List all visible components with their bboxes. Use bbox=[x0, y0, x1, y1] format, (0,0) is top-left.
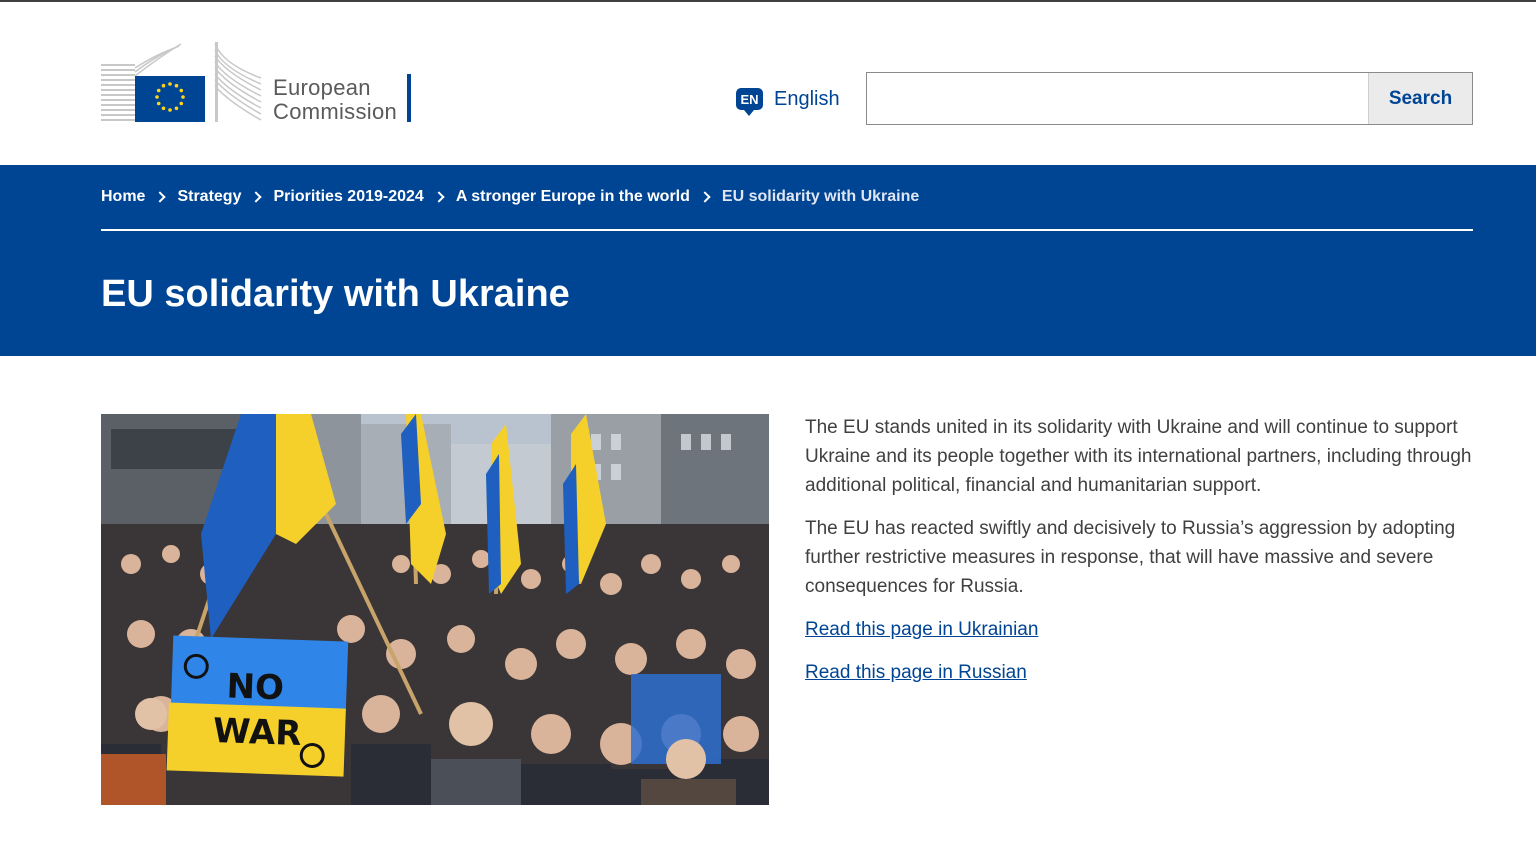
intro-paragraph: The EU has reacted swiftly and decisivel… bbox=[805, 518, 1456, 597]
chevron-right-icon bbox=[433, 191, 445, 203]
ukrainian-version-link[interactable]: Read this page in Ukrainian bbox=[805, 615, 1038, 644]
language-code: EN bbox=[740, 91, 759, 107]
language-bubble-icon: EN bbox=[736, 88, 763, 116]
breadcrumb-home[interactable]: Home bbox=[101, 188, 145, 206]
hero-image: NO WAR bbox=[101, 414, 769, 805]
site-header: European Commission EN English Search bbox=[0, 2, 1536, 165]
language-label: English bbox=[774, 87, 840, 110]
breadcrumb-current: EU solidarity with Ukraine bbox=[721, 188, 920, 205]
chevron-right-icon bbox=[699, 191, 711, 203]
intro-paragraph: The EU stands united in its solidarity w… bbox=[805, 417, 1472, 496]
sign-text-war: WAR bbox=[212, 711, 302, 754]
russian-version-link[interactable]: Read this page in Russian bbox=[805, 658, 1027, 687]
breadcrumb-divider bbox=[101, 229, 1473, 231]
search-form: Search bbox=[866, 72, 1473, 125]
intro-content: The EU stands united in its solidarity w… bbox=[805, 413, 1473, 701]
breadcrumb-strategy[interactable]: Strategy bbox=[177, 188, 241, 206]
search-button[interactable]: Search bbox=[1368, 73, 1472, 124]
sign-text-no: NO bbox=[226, 666, 285, 708]
logo-wordmark: European Commission bbox=[273, 76, 397, 124]
breadcrumb: Home Strategy Priorities 2019-2024 A str… bbox=[101, 188, 919, 206]
breadcrumb-priorities[interactable]: Priorities 2019-2024 bbox=[273, 188, 423, 206]
page-header-band: Home Strategy Priorities 2019-2024 A str… bbox=[0, 165, 1536, 356]
logo-line-1: European bbox=[273, 75, 371, 100]
chevron-right-icon bbox=[154, 191, 167, 203]
search-input[interactable] bbox=[867, 73, 1368, 124]
eu-flag-logo-icon bbox=[101, 42, 262, 122]
breadcrumb-stronger-europe[interactable]: A stronger Europe in the world bbox=[456, 188, 690, 206]
language-selector[interactable]: EN English bbox=[736, 86, 840, 116]
chevron-right-icon bbox=[250, 191, 263, 203]
page-title: EU solidarity with Ukraine bbox=[101, 273, 570, 315]
logo-line-2: Commission bbox=[273, 99, 398, 124]
european-commission-logo[interactable]: European Commission bbox=[101, 42, 421, 126]
logo-divider bbox=[407, 74, 411, 122]
